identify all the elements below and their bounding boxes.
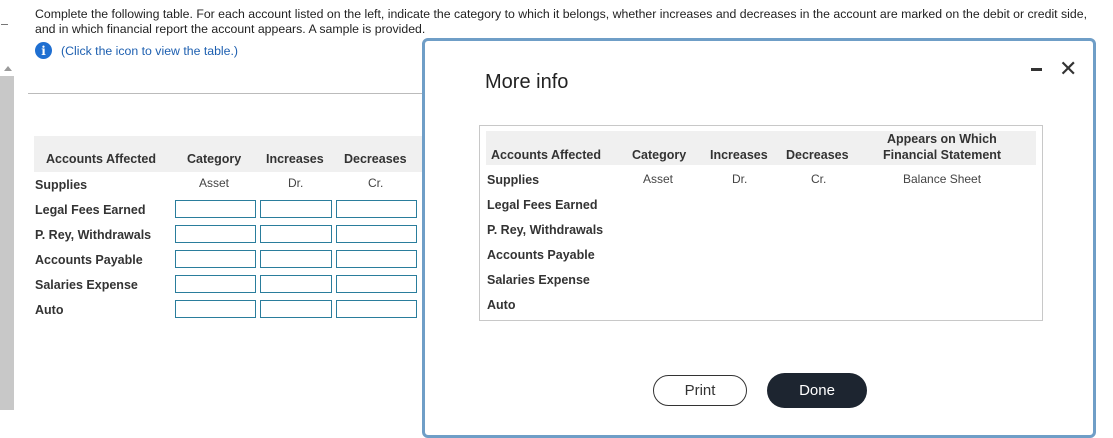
decreases-input[interactable]	[336, 300, 417, 318]
decreases-input[interactable]	[336, 250, 417, 268]
sample-category: Asset	[643, 172, 674, 186]
header-increases: Increases	[266, 152, 324, 166]
info-row: i (Click the icon to view the table.)	[35, 42, 238, 59]
info-table: Accounts Affected Category Increases Dec…	[479, 125, 1043, 321]
table-row: Accounts Payable	[34, 247, 424, 272]
left-edge-dash	[1, 24, 8, 25]
sample-decreases: Cr.	[811, 172, 827, 186]
info-row-sample: Supplies Asset Dr. Cr. Balance Sheet	[486, 172, 1036, 198]
header-statement-line1: Appears on Which	[887, 132, 997, 146]
answer-table: Accounts Affected Category Increases Dec…	[34, 136, 424, 322]
header-category: Category	[187, 152, 242, 166]
section-divider	[28, 93, 424, 94]
print-button[interactable]: Print	[653, 375, 747, 406]
header-decreases: Decreases	[786, 148, 849, 162]
row-account-label: Supplies	[35, 178, 88, 192]
more-info-dialog: More info ✕ Accounts Affected Category I…	[422, 38, 1096, 438]
row-account-label: Legal Fees Earned	[487, 198, 598, 212]
info-row: Legal Fees Earned	[486, 198, 1036, 223]
view-table-link[interactable]: (Click the icon to view the table.)	[61, 44, 238, 58]
answer-table-header: Accounts Affected Category Increases Dec…	[34, 136, 424, 172]
table-row-sample: Supplies Asset Dr. Cr.	[34, 172, 424, 197]
minimize-icon[interactable]	[1031, 68, 1042, 71]
dialog-title: More info	[485, 71, 569, 93]
header-category: Category	[632, 148, 687, 162]
row-account-label: Salaries Expense	[487, 273, 590, 287]
row-account-label: Supplies	[487, 173, 540, 187]
category-input[interactable]	[175, 300, 256, 318]
increases-input[interactable]	[260, 275, 332, 293]
row-account-label: P. Rey, Withdrawals	[35, 228, 152, 242]
info-row: Auto	[486, 298, 1036, 323]
row-account-label: Salaries Expense	[35, 278, 138, 292]
sample-statement: Balance Sheet	[903, 172, 982, 186]
row-account-label: Accounts Payable	[35, 253, 143, 267]
row-account-label: Auto	[35, 303, 64, 317]
table-row: P. Rey, Withdrawals	[34, 222, 424, 247]
decreases-input[interactable]	[336, 275, 417, 293]
instructions-text: Complete the following table. For each a…	[35, 7, 1087, 36]
table-row: Legal Fees Earned	[34, 197, 424, 222]
table-row: Auto	[34, 297, 424, 322]
close-icon[interactable]: ✕	[1059, 57, 1077, 82]
category-input[interactable]	[175, 225, 256, 243]
header-accounts-affected: Accounts Affected	[46, 152, 156, 166]
left-scrollbar[interactable]	[0, 76, 14, 410]
row-account-label: Legal Fees Earned	[35, 203, 146, 217]
category-input[interactable]	[175, 200, 256, 218]
decreases-input[interactable]	[336, 225, 417, 243]
info-icon[interactable]: i	[35, 42, 52, 59]
row-account-label: Accounts Payable	[487, 248, 595, 262]
increases-input[interactable]	[260, 250, 332, 268]
sample-category: Asset	[199, 176, 230, 190]
header-statement-line2: Financial Statement	[883, 148, 1002, 162]
done-button[interactable]: Done	[767, 373, 867, 408]
scroll-up-arrow-icon[interactable]	[4, 66, 12, 71]
info-table-header: Accounts Affected Category Increases Dec…	[486, 131, 1036, 165]
header-decreases: Decreases	[344, 152, 407, 166]
table-row: Salaries Expense	[34, 272, 424, 297]
row-account-label: P. Rey, Withdrawals	[487, 223, 604, 237]
info-row: Salaries Expense	[486, 273, 1036, 298]
header-accounts-affected: Accounts Affected	[491, 148, 601, 162]
info-row: Accounts Payable	[486, 248, 1036, 273]
sample-decreases: Cr.	[368, 176, 384, 190]
decreases-input[interactable]	[336, 200, 417, 218]
increases-input[interactable]	[260, 300, 332, 318]
info-row: P. Rey, Withdrawals	[486, 223, 1036, 248]
sample-increases: Dr.	[288, 176, 304, 190]
increases-input[interactable]	[260, 200, 332, 218]
category-input[interactable]	[175, 250, 256, 268]
row-account-label: Auto	[487, 298, 516, 312]
category-input[interactable]	[175, 275, 256, 293]
increases-input[interactable]	[260, 225, 332, 243]
header-increases: Increases	[710, 148, 768, 162]
sample-increases: Dr.	[732, 172, 748, 186]
